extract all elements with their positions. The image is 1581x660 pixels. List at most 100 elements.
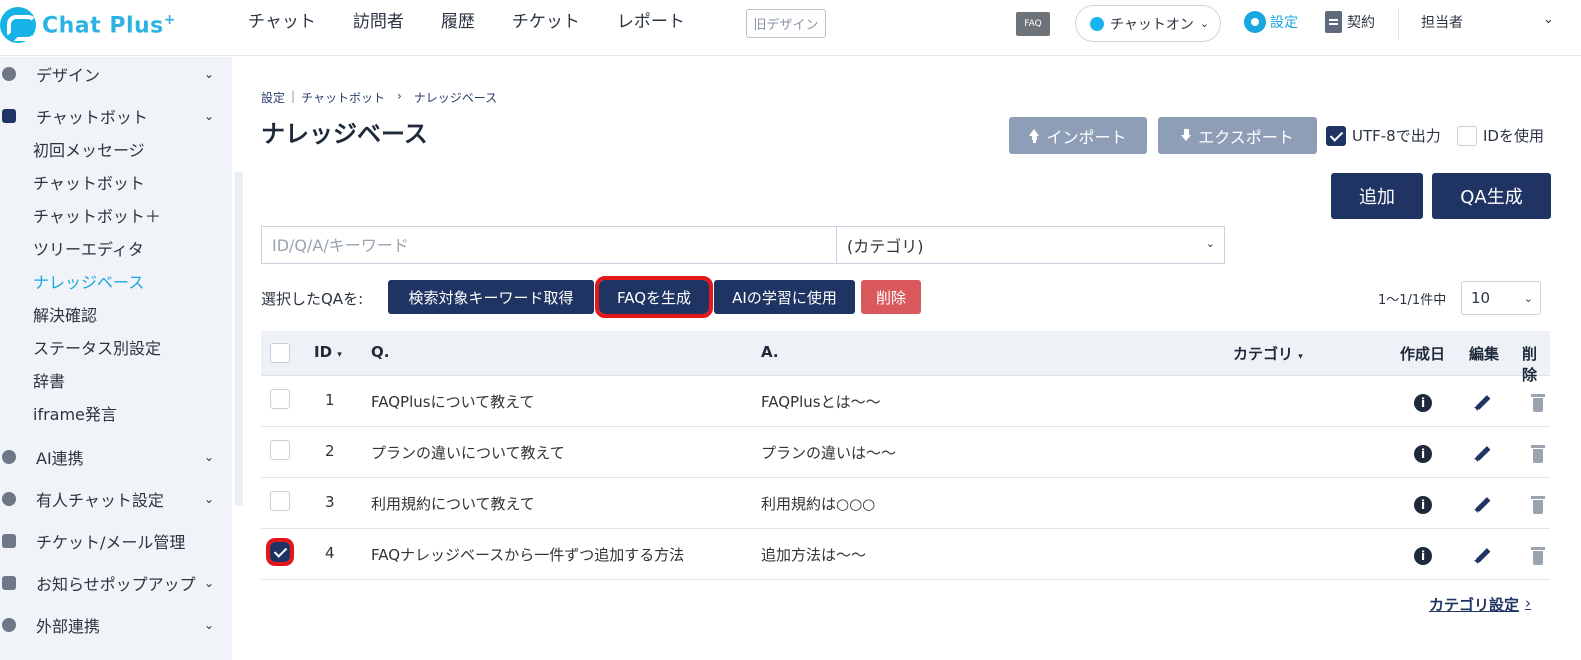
info-icon[interactable]: i [1414,394,1432,412]
chevron-down-icon: ⌄ [203,618,214,632]
status-label: チャットオン [1110,16,1194,33]
row-checkbox[interactable] [266,538,294,566]
sidebar-section-ticket-mail[interactable]: チケット/メール管理 [0,529,220,553]
ai-learning-button[interactable]: AIの学習に使用 [714,280,855,314]
utf8-option[interactable]: UTF-8で出力 [1326,125,1441,146]
nav-ticket[interactable]: チケット [512,10,580,34]
category-settings-link[interactable]: カテゴリ設定 › [1429,594,1531,615]
row-id: 4 [325,544,335,562]
pencil-icon[interactable] [1473,495,1493,515]
nav-chat[interactable]: チャット [248,10,316,34]
row-question: FAQPlusについて教えて [371,393,535,411]
sidebar-section-ai[interactable]: AI連携 ⌄ [0,445,220,469]
sidebar-item-iframe[interactable]: iframe発言 [33,401,117,425]
bulk-delete-button[interactable]: 削除 [861,280,921,314]
qa-generate-button[interactable]: QA生成 [1432,173,1551,219]
table-row: 1 FAQPlusについて教えて FAQPlusとは～～ i [261,377,1550,427]
row-checkbox[interactable] [270,389,290,409]
chevron-down-icon: ⌄ [203,492,214,506]
use-id-checkbox[interactable] [1457,125,1477,146]
sidebar-item-resolution-check[interactable]: 解決確認 [33,302,97,326]
nav-visitors[interactable]: 訪問者 [353,10,404,34]
top-header: Chat Plus+ チャット 訪問者 履歴 チケット レポート 旧デザイン F… [0,0,1581,56]
chevron-down-icon[interactable]: ⌄ [1543,12,1554,27]
info-icon[interactable]: i [1414,496,1432,514]
chevron-down-icon: ⌄ [203,109,214,123]
table-row: 4 FAQナレッジベースから一件ずつ追加する方法 追加方法は～～ i [261,530,1550,580]
settings-label: 設定 [1270,15,1298,31]
main-nav: チャット 訪問者 履歴 チケット レポート [248,10,685,34]
sidebar-section-external[interactable]: 外部連携 ⌄ [0,613,220,637]
person-dropdown-label[interactable]: 担当者 [1421,12,1463,32]
category-select[interactable]: (カテゴリ) ⌄ [836,226,1225,264]
sidebar-item-knowledge-base[interactable]: ナレッジベース [33,269,144,293]
breadcrumb-settings[interactable]: 設定 [261,89,285,106]
sidebar-section-label: お知らせポップアップ [36,575,196,594]
trash-icon[interactable] [1531,394,1545,412]
sidebar-item-initial-message[interactable]: 初回メッセージ [33,137,145,161]
utf8-checkbox[interactable] [1326,125,1346,146]
faq-icon[interactable]: FAQ [1016,12,1050,36]
export-button[interactable]: エクスポート [1158,117,1317,154]
use-id-option[interactable]: IDを使用 [1457,125,1544,146]
keyword-extract-button[interactable]: 検索対象キーワード取得 [388,280,594,314]
chat-plus-logo-icon [0,7,37,43]
per-page-select[interactable]: 10 ⌄ [1461,281,1541,315]
logo[interactable]: Chat Plus+ [0,5,176,45]
nav-report[interactable]: レポート [617,10,685,34]
sidebar-item-tree-editor[interactable]: ツリーエディタ [33,236,144,260]
trash-icon[interactable] [1531,445,1545,463]
info-icon[interactable]: i [1414,445,1432,463]
page-title: ナレッジベース [261,120,428,148]
pencil-icon[interactable] [1473,546,1493,566]
chevron-down-icon: ⌄ [1199,17,1210,30]
pagination-count: 1～1/1件中 [1378,293,1447,308]
import-button[interactable]: インポート [1009,117,1147,154]
trash-icon[interactable] [1531,547,1545,565]
document-icon [1325,11,1342,33]
sidebar-section-live-chat[interactable]: 有人チャット設定 ⌄ [0,487,220,511]
search-input[interactable] [261,226,836,264]
share-icon [2,618,16,632]
sidebar-section-label: デザイン [36,66,101,85]
header-category[interactable]: カテゴリ ▾ [1233,343,1303,364]
row-answer: プランの違いは～～ [761,444,897,462]
header-id[interactable]: ID ▾ [314,343,342,361]
nav-history[interactable]: 履歴 [441,10,475,34]
select-all-checkbox[interactable] [270,343,290,363]
trash-icon[interactable] [1531,496,1545,514]
per-page-value: 10 [1471,289,1491,307]
pencil-icon[interactable] [1473,444,1493,464]
breadcrumb-chatbot[interactable]: チャットボット [301,89,385,106]
utf8-label: UTF-8で出力 [1352,127,1441,145]
row-checkbox[interactable] [270,491,290,511]
sidebar-section-label: チャットボット [36,108,148,127]
category-settings-label: カテゴリ設定 [1429,596,1520,614]
sidebar-item-status-settings[interactable]: ステータス別設定 [33,335,161,359]
sidebar-item-dictionary[interactable]: 辞書 [33,368,65,392]
old-design-button[interactable]: 旧デザイン [746,9,826,38]
add-button[interactable]: 追加 [1331,173,1423,219]
chevron-down-icon: ⌄ [203,67,214,81]
breadcrumb-arrow: › [396,89,402,103]
settings-link[interactable]: 設定 [1244,11,1298,33]
sidebar-section-chatbot[interactable]: チャットボット ⌄ [0,104,220,128]
sidebar-section-design[interactable]: デザイン ⌄ [0,62,220,86]
sidebar-section-popup[interactable]: お知らせポップアップ ⌄ [0,571,220,595]
row-checkbox[interactable] [270,440,290,460]
table-row: 3 利用規約について教えて 利用規約は○○○ i [261,479,1550,529]
chat-status-dropdown[interactable]: チャットオン ⌄ [1075,5,1221,42]
sidebar-item-chatbot[interactable]: チャットボット [33,170,145,194]
pencil-icon[interactable] [1473,393,1493,413]
ai-icon [2,450,16,464]
headset-icon [2,492,16,506]
status-dot-icon [1090,16,1104,31]
category-select-value: (カテゴリ) [847,237,924,256]
contract-link[interactable]: 契約 [1325,11,1375,33]
faq-generate-button[interactable]: FAQを生成 [595,276,713,318]
import-label: インポート [1046,127,1127,147]
info-icon[interactable]: i [1414,547,1432,565]
row-answer: FAQPlusとは～～ [761,393,881,411]
sidebar-scrollbar[interactable] [235,172,243,506]
sidebar-item-chatbot-plus[interactable]: チャットボット＋ [33,203,161,227]
